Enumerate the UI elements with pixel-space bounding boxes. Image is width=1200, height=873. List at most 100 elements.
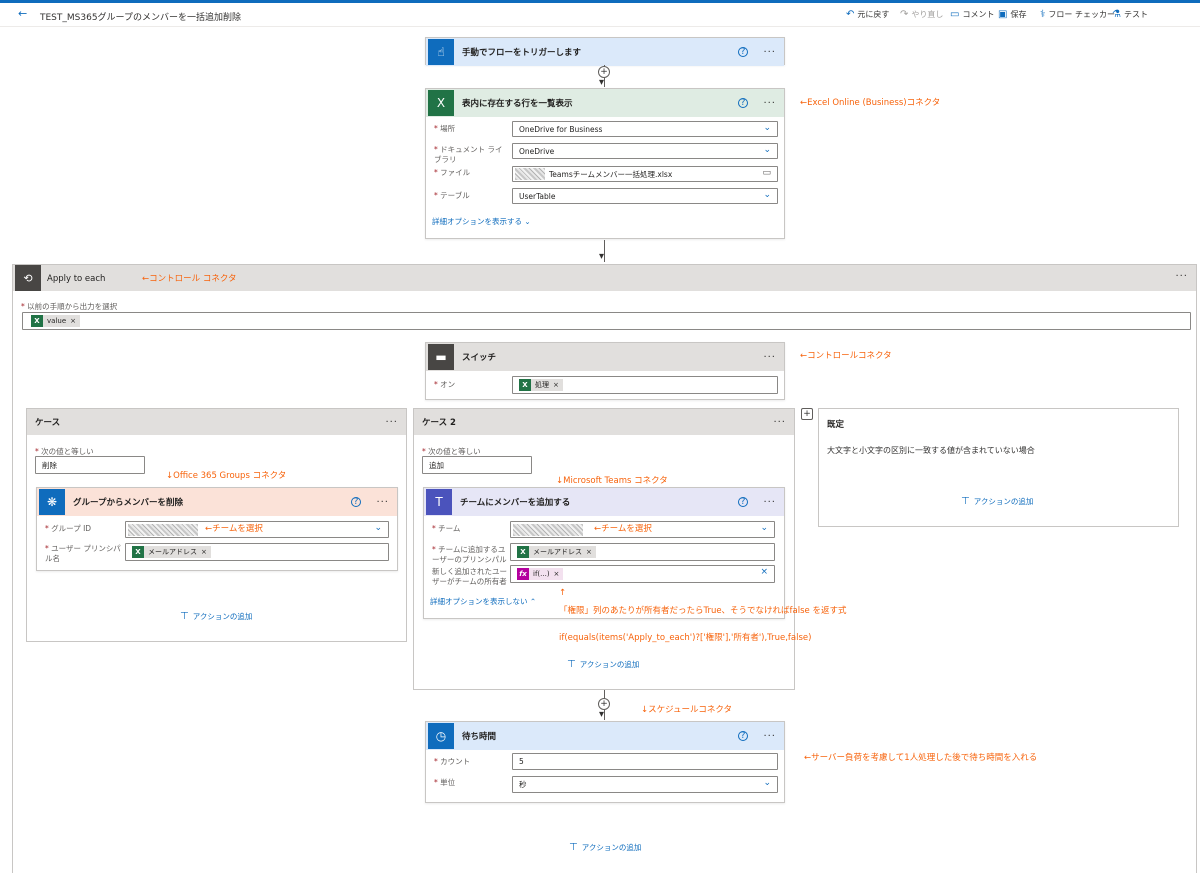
help-icon[interactable]: ?: [351, 497, 361, 507]
chevron-down-icon: ⌄: [760, 523, 768, 533]
default-case-title: 既定: [827, 420, 845, 430]
switch-header: ▬ スイッチ ···: [426, 343, 784, 371]
count-input[interactable]: 5: [512, 753, 778, 770]
switch-card[interactable]: ▬ スイッチ ··· * オン X 処理 ×: [425, 342, 785, 400]
more-icon[interactable]: ···: [763, 352, 776, 363]
remove-token-icon[interactable]: ×: [70, 317, 76, 325]
flow-title: TEST_MS365グループのメンバーを一括追加削除: [40, 13, 242, 23]
delay-title: 待ち時間: [462, 732, 497, 742]
connector-line: [604, 240, 605, 262]
add-team-member-card[interactable]: T チームにメンバーを追加する ? ··· * チーム ⌄ * チームに追加する…: [423, 487, 785, 619]
note-excel: ←Excel Online (Business)コネクタ: [800, 98, 941, 108]
excel-icon: X: [428, 90, 454, 116]
stethoscope-icon: ⚕: [1040, 9, 1046, 20]
file-input[interactable]: Teamsチームメンバー一括処理.xlsx ▭: [512, 166, 778, 182]
delay-card[interactable]: ◷ 待ち時間 ? ··· * カウント 5 * 単位 秒 ⌄: [425, 721, 785, 803]
switch-icon: ▬: [428, 344, 454, 370]
more-icon[interactable]: ···: [1175, 271, 1188, 282]
remove-token-icon[interactable]: ×: [554, 570, 560, 578]
back-arrow-icon[interactable]: ←: [18, 7, 27, 20]
arrow-down-icon: ▾: [599, 709, 605, 720]
excel-title: 表内に存在する行を一覧表示: [462, 99, 573, 109]
default-case-container[interactable]: 既定 大文字と小文字の区別に一致する値が含まれていない場合 ⊤ アクションの追加: [818, 408, 1179, 527]
add-action-icon: ⊤: [569, 842, 578, 853]
team-upn-label: * チームに追加するユーザーのプリンシパル名: [432, 545, 507, 564]
note-control2: ←コントロールコネクタ: [800, 351, 892, 361]
help-icon[interactable]: ?: [738, 98, 748, 108]
comment-icon: ▭: [950, 9, 960, 20]
team-label: * チーム: [432, 524, 461, 533]
add-team-member-title: チームにメンバーを追加する: [460, 498, 571, 508]
undo-button[interactable]: ↶ 元に戻す: [846, 9, 889, 20]
case-2-value-input[interactable]: 追加: [422, 456, 532, 474]
show-advanced-link[interactable]: 詳細オプションを表示する ⌄: [432, 216, 531, 227]
help-icon[interactable]: ?: [738, 497, 748, 507]
excel-list-rows-card[interactable]: X 表内に存在する行を一覧表示 ? ··· * 場所 OneDrive for …: [425, 88, 785, 239]
unit-select[interactable]: 秒 ⌄: [512, 776, 778, 793]
remove-token-icon[interactable]: ×: [201, 548, 207, 556]
more-icon[interactable]: ···: [763, 98, 776, 109]
note-select-team-2: ←チームを選択: [594, 524, 652, 534]
excel-icon: X: [132, 546, 144, 558]
team-upn-input[interactable]: X メールアドレス ×: [510, 543, 775, 561]
upn-input[interactable]: X メールアドレス ×: [125, 543, 389, 561]
note-up-arrow: ↑: [559, 588, 567, 598]
more-icon[interactable]: ···: [763, 47, 776, 58]
case-2-container[interactable]: ケース 2 ··· * 次の値と等しい 追加 T チームにメンバーを追加する ? …: [413, 408, 795, 690]
add-team-member-header: T チームにメンバーを追加する ? ···: [424, 488, 784, 516]
chevron-down-icon: ⌄: [763, 190, 771, 200]
unit-label: * 単位: [434, 778, 456, 787]
switch-title: スイッチ: [462, 353, 497, 363]
save-button[interactable]: ▣ 保存: [998, 9, 1026, 20]
flow-checker-button[interactable]: ⚕ フロー チェッカー: [1040, 9, 1115, 20]
remove-token-icon[interactable]: ×: [553, 381, 559, 389]
comment-button[interactable]: ▭ コメント: [950, 9, 994, 20]
more-icon[interactable]: ···: [773, 417, 786, 428]
trigger-card[interactable]: ☝ 手動でフローをトリガーします ? ···: [425, 37, 785, 66]
hide-advanced-link[interactable]: 詳細オプションを表示しない ⌃: [430, 596, 536, 607]
note-wait: ←サーバー負荷を考慮して1人処理した後で待ち時間を入れる: [804, 753, 1038, 763]
redacted-group-id: [128, 523, 198, 536]
on-input[interactable]: X 処理 ×: [512, 376, 778, 394]
case-2-add-action-button[interactable]: ⊤ アクションの追加: [567, 659, 639, 670]
more-icon[interactable]: ···: [763, 497, 776, 508]
note-select-team-1: ←チームを選択: [205, 524, 263, 534]
group-id-label: * グループ ID: [45, 524, 92, 533]
clear-icon[interactable]: ×: [760, 567, 768, 577]
add-action-icon: ⊤: [567, 659, 576, 670]
more-icon[interactable]: ···: [385, 417, 398, 428]
more-icon[interactable]: ···: [376, 497, 389, 508]
location-select[interactable]: OneDrive for Business ⌄: [512, 121, 778, 137]
owner-input[interactable]: fx if(...) × ×: [510, 565, 775, 583]
redo-button[interactable]: ↷ やり直し: [900, 9, 943, 20]
email-token[interactable]: X メールアドレス ×: [517, 546, 596, 558]
trigger-header: ☝ 手動でフローをトリガーします ? ···: [426, 38, 784, 66]
bottom-add-action-button[interactable]: ⊤ アクションの追加: [569, 842, 641, 853]
help-icon[interactable]: ?: [738, 47, 748, 57]
select-output-input[interactable]: Xvalue ×: [22, 312, 1191, 330]
test-button[interactable]: ⚗ テスト: [1112, 9, 1148, 20]
library-select[interactable]: OneDrive ⌄: [512, 143, 778, 159]
help-icon[interactable]: ?: [738, 731, 748, 741]
value-token[interactable]: Xvalue ×: [31, 315, 80, 327]
folder-icon[interactable]: ▭: [762, 168, 771, 178]
upn-label: * ユーザー プリンシパル名: [45, 544, 121, 563]
note-schedule: ↓スケジュールコネクタ: [641, 705, 733, 715]
default-add-action-button[interactable]: ⊤ アクションの追加: [961, 496, 1033, 507]
chevron-down-icon: ⌄: [763, 123, 771, 133]
arrow-down-icon: ▾: [599, 77, 605, 88]
table-select[interactable]: UserTable ⌄: [512, 188, 778, 204]
more-icon[interactable]: ···: [763, 731, 776, 742]
expression-token[interactable]: fx if(...) ×: [517, 568, 564, 580]
process-token[interactable]: X 処理 ×: [519, 379, 563, 391]
remove-token-icon[interactable]: ×: [586, 548, 592, 556]
excel-icon: X: [517, 546, 529, 558]
email-token[interactable]: X メールアドレス ×: [132, 546, 211, 558]
groups-icon: ❋: [39, 489, 65, 515]
undo-icon: ↶: [846, 9, 855, 20]
case-1-add-action-button[interactable]: ⊤ アクションの追加: [180, 611, 252, 622]
redo-icon: ↷: [900, 9, 909, 20]
case-1-value-input[interactable]: 削除: [35, 456, 145, 474]
loop-icon: ⟲: [15, 265, 41, 291]
add-case-icon[interactable]: +: [801, 408, 813, 420]
